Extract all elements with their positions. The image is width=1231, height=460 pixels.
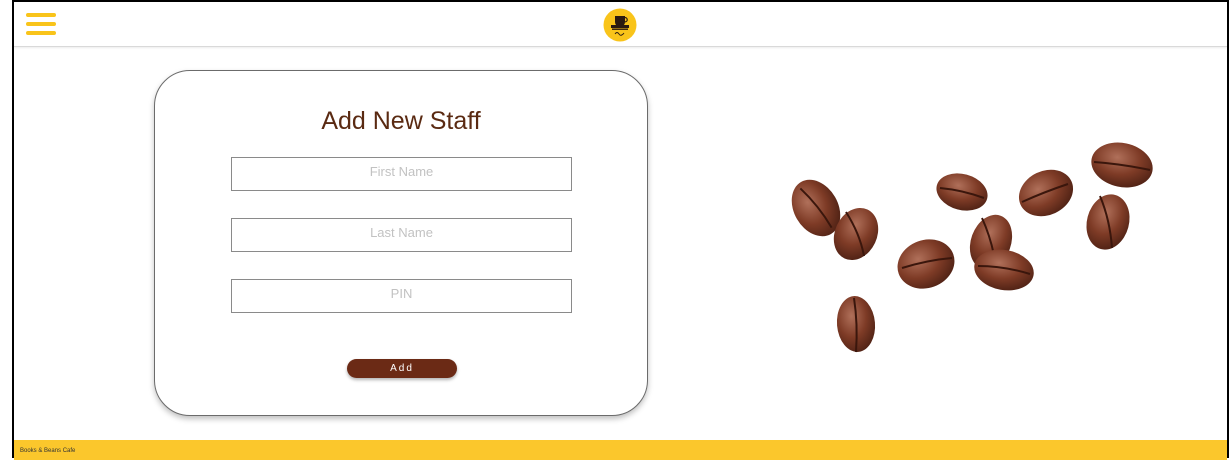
coffee-bean-icon [897, 239, 955, 289]
add-staff-card: Add New Staff Add [154, 70, 648, 416]
coffee-bean-icon [1018, 169, 1074, 217]
coffee-bean-icon [936, 173, 988, 211]
coffee-bean-icon [836, 296, 876, 353]
coffee-bean-icon [1086, 194, 1130, 250]
hamburger-menu-icon[interactable] [26, 13, 56, 35]
coffee-beans-illustration [791, 142, 1153, 353]
coffee-bean-icon [1091, 142, 1153, 188]
footer-bar: Books & Beans Cafe [14, 440, 1227, 460]
add-staff-button[interactable]: Add [347, 359, 457, 378]
cafe-logo-icon [603, 8, 637, 42]
pin-input[interactable] [231, 279, 572, 313]
footer-brand-text: Books & Beans Cafe [20, 448, 76, 454]
first-name-input[interactable] [231, 157, 572, 191]
top-navigation-bar [14, 2, 1227, 47]
app-window: Add New Staff Add [12, 0, 1229, 460]
last-name-input[interactable] [231, 218, 572, 252]
form-title: Add New Staff [321, 107, 481, 135]
